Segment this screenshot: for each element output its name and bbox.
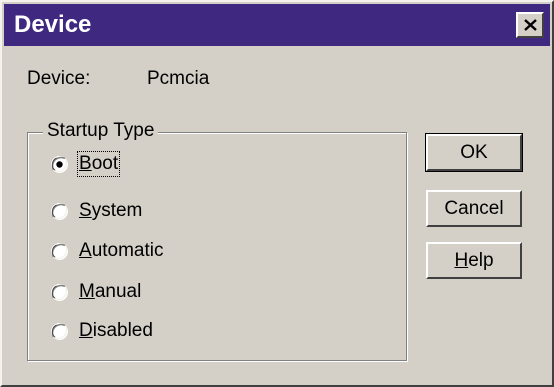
radio-checked-icon [51, 156, 68, 173]
ok-button[interactable]: OK [425, 133, 523, 172]
radio-unchecked-icon [51, 203, 68, 220]
radio-unchecked-icon [51, 323, 68, 340]
radio-unchecked-icon [51, 284, 68, 301]
cancel-button[interactable]: Cancel [426, 190, 522, 227]
help-button[interactable]: Help [426, 242, 522, 279]
window-title: Device [14, 11, 92, 38]
device-dialog: Device Device: Pcmcia Startup Type Boot … [0, 0, 554, 387]
close-icon [524, 19, 537, 31]
radio-unchecked-icon [51, 243, 68, 260]
startup-type-legend: Startup Type [43, 120, 159, 142]
device-label: Device: [27, 68, 91, 89]
radio-disabled-label: Disabled [79, 320, 153, 341]
title-bar[interactable]: Device [4, 4, 550, 46]
radio-system-label: System [79, 200, 143, 221]
close-button[interactable] [516, 12, 544, 38]
radio-automatic-label: Automatic [79, 240, 164, 261]
radio-boot-label: Boot [76, 151, 121, 177]
device-value: Pcmcia [147, 68, 210, 89]
radio-manual-label: Manual [79, 281, 142, 302]
